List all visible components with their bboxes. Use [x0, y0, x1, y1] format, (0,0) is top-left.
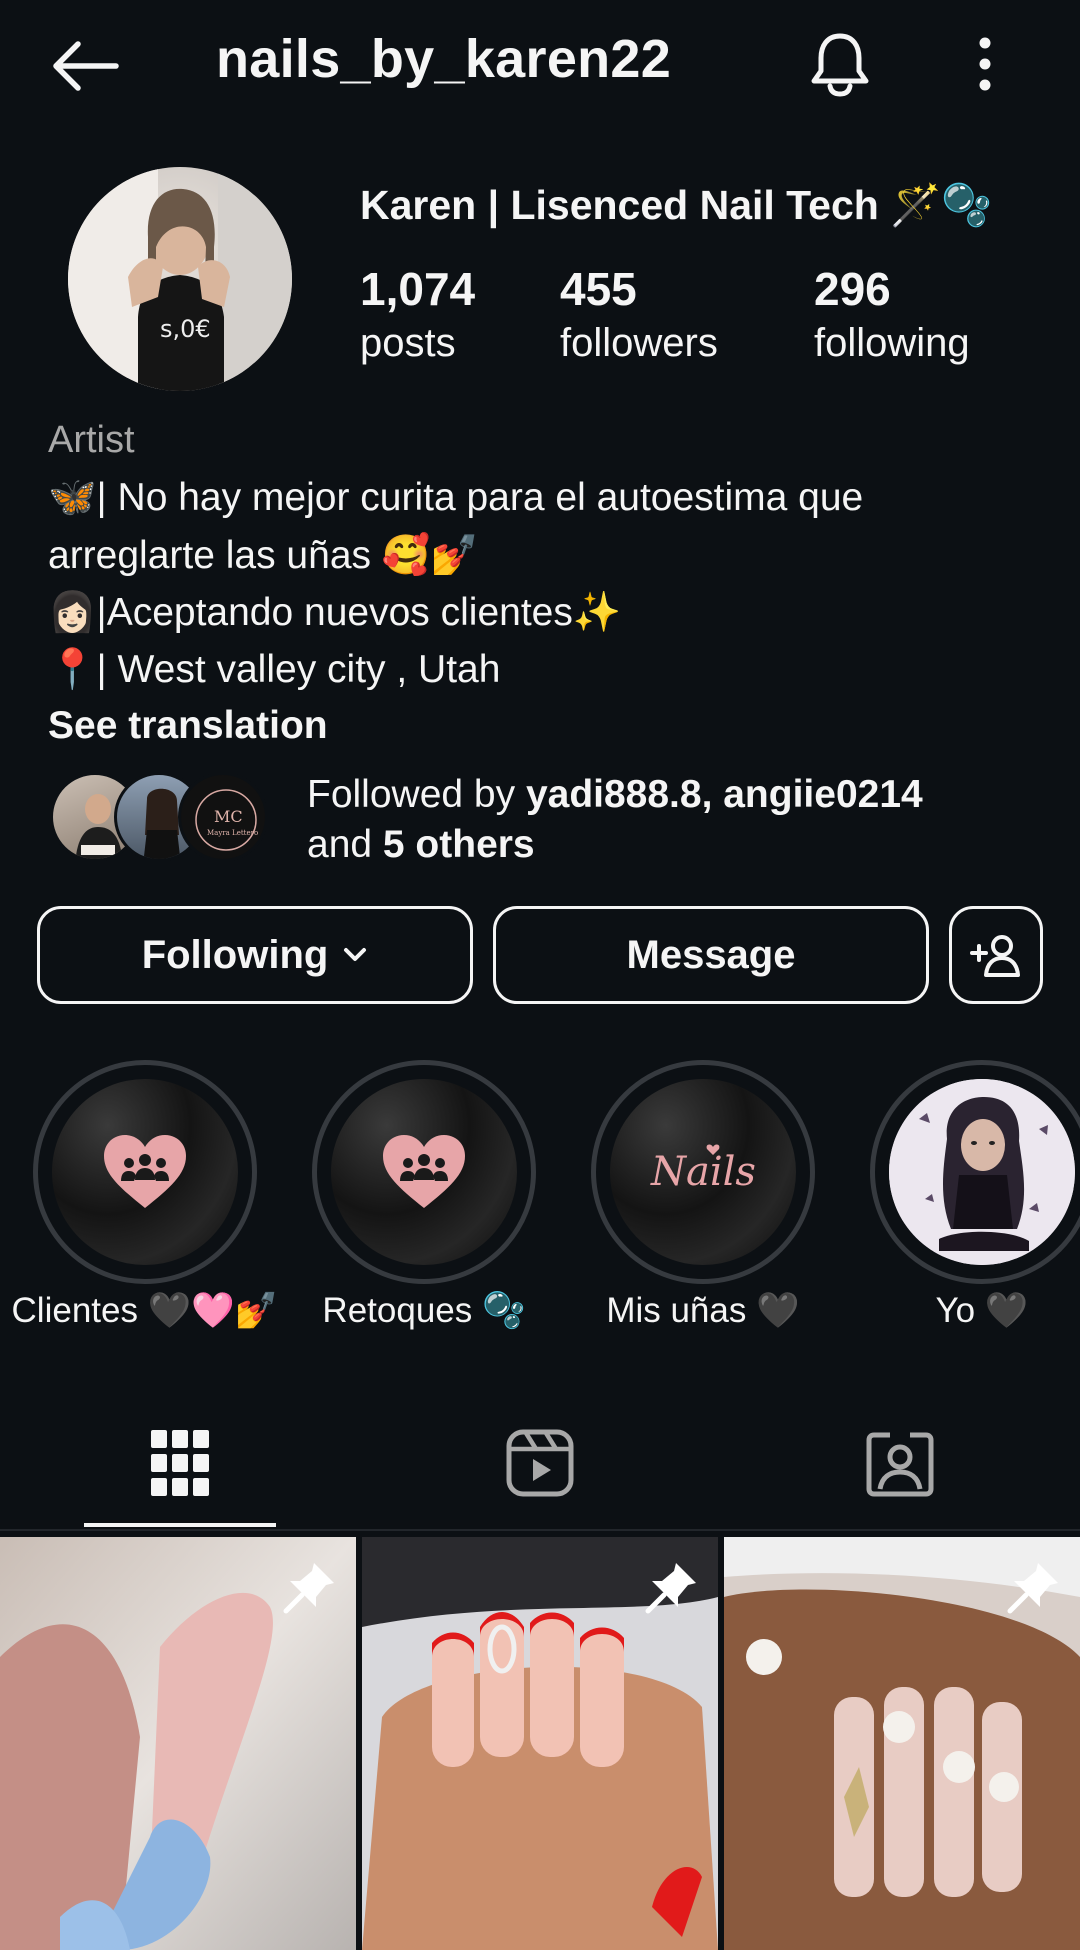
svg-text:Mayra Lettero: Mayra Lettero	[207, 829, 258, 837]
followers-stat[interactable]: 455 followers	[560, 262, 718, 370]
highlight-label: Yo 🖤	[935, 1291, 1029, 1330]
profile-category: Artist	[48, 419, 135, 461]
bio-line: 🦋| No hay mejor curita para el autoestim…	[48, 476, 864, 519]
post-tile[interactable]	[362, 1537, 718, 1950]
highlight-cover	[331, 1079, 517, 1265]
followed-by-others: 5 others	[382, 823, 535, 866]
highlight-label: Clientes 🖤🩷💅	[11, 1291, 279, 1330]
highlight-clientes[interactable]	[33, 1060, 257, 1284]
post-tile[interactable]	[724, 1537, 1080, 1950]
posts-label: posts	[360, 321, 456, 365]
highlight-cover: Nails	[610, 1079, 796, 1265]
followers-count: 455	[560, 263, 637, 315]
posts-count: 1,074	[360, 263, 476, 315]
post-tile[interactable]	[0, 1537, 356, 1950]
followed-by-and: and	[307, 823, 383, 866]
notifications-button[interactable]	[800, 24, 880, 104]
username-title: nails_by_karen22	[216, 29, 672, 89]
svg-text:MC: MC	[214, 807, 243, 826]
highlight-mis-unas[interactable]: Nails	[591, 1060, 815, 1284]
top-bar: nails_by_karen22	[0, 0, 1080, 128]
message-button-label: Message	[626, 932, 796, 977]
mutual-followers-avatars[interactable]: MC Mayra Lettero	[50, 772, 280, 862]
highlight-cover	[52, 1079, 238, 1265]
reels-icon	[506, 1429, 574, 1497]
tab-divider	[0, 1529, 1080, 1531]
pin-icon	[645, 1563, 696, 1614]
highlight-yo[interactable]	[870, 1060, 1080, 1284]
following-button-label: Following	[141, 932, 329, 977]
followed-by-names: yadi888.8, angiie0214	[525, 773, 923, 816]
following-stat[interactable]: 296 following	[814, 262, 970, 370]
following-label: following	[814, 321, 970, 365]
heart-people-icon	[383, 1135, 465, 1208]
followed-by-text[interactable]: Followed by yadi888.8, angiie0214 and 5 …	[307, 770, 923, 870]
bio-line: arreglarte las uñas 🥰💅	[48, 534, 479, 577]
message-button[interactable]: Message	[493, 906, 929, 1004]
following-button[interactable]: Following	[37, 906, 473, 1004]
suggested-people-button[interactable]	[949, 906, 1043, 1004]
svg-text:s,0€: s,0€	[160, 315, 211, 343]
highlight-cover	[889, 1079, 1075, 1265]
svg-text:Nails: Nails	[650, 1149, 756, 1195]
profile-avatar[interactable]: s,0€	[68, 167, 292, 391]
mutual-avatar: MC Mayra Lettero	[178, 772, 268, 862]
more-options-button[interactable]	[955, 24, 1015, 104]
followed-by-prefix: Followed by	[307, 773, 526, 816]
highlight-label: Mis uñas 🖤	[606, 1291, 800, 1330]
pin-icon	[283, 1563, 334, 1614]
tab-posts-grid[interactable]	[132, 1415, 228, 1511]
more-vertical-icon	[979, 37, 991, 91]
tagged-icon	[866, 1432, 934, 1497]
followers-label: followers	[560, 321, 718, 365]
active-tab-indicator	[84, 1523, 276, 1527]
arrow-left-icon	[53, 41, 119, 91]
profile-screen: nails_by_karen22 s,0€ Karen | Lisenced N…	[0, 0, 1080, 1950]
doll-image	[889, 1079, 1075, 1265]
following-count: 296	[814, 263, 891, 315]
posts-stat[interactable]: 1,074 posts	[360, 262, 475, 370]
tab-tagged[interactable]	[852, 1415, 948, 1511]
highlight-retoques[interactable]	[312, 1060, 536, 1284]
display-name: Karen | Lisenced Nail Tech 🪄🫧	[360, 182, 993, 228]
grid-icon	[151, 1430, 209, 1496]
chevron-down-icon	[344, 948, 367, 961]
bio-line: 📍| West valley city , Utah	[48, 648, 501, 691]
bio-line: 👩🏻|Aceptando nuevos clientes✨	[48, 591, 622, 634]
see-translation-link[interactable]: See translation	[48, 704, 328, 748]
pin-icon	[1007, 1563, 1058, 1614]
tab-reels[interactable]	[492, 1415, 588, 1511]
back-button[interactable]	[40, 30, 130, 102]
nails-script-icon: Nails	[650, 1144, 756, 1195]
avatar-photo: s,0€	[68, 167, 292, 391]
bell-icon	[811, 33, 869, 97]
highlight-label: Retoques 🫧	[322, 1291, 526, 1330]
heart-people-icon	[104, 1135, 186, 1208]
add-person-icon	[970, 935, 1020, 977]
